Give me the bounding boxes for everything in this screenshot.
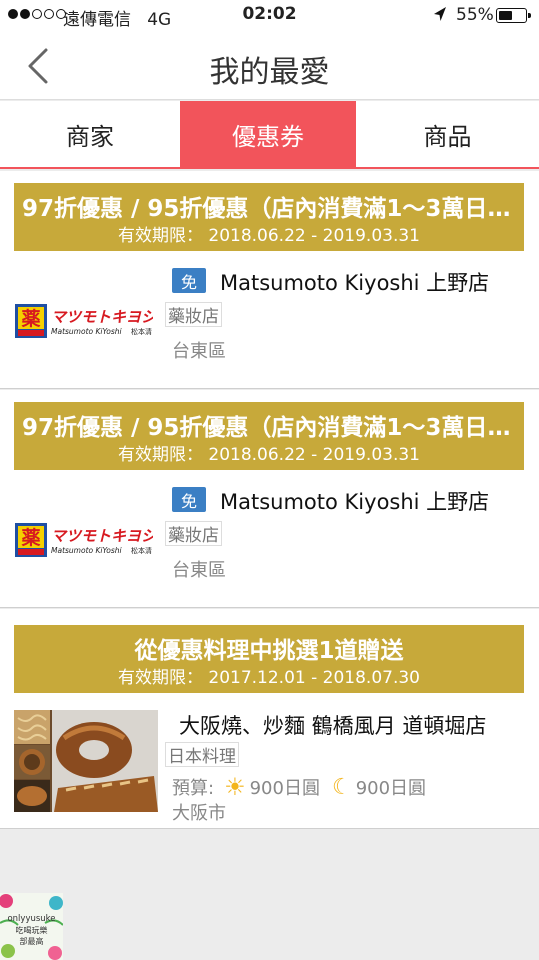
category-tag: 日本料理 <box>165 742 239 767</box>
svg-text:マツモトキヨシ: マツモトキヨシ <box>51 308 153 326</box>
coupon-validity: 有效期限： 2018.06.22 - 2019.03.31 <box>117 226 420 246</box>
svg-text:Matsumoto KiYoshi: Matsumoto KiYoshi <box>51 327 122 336</box>
status-bar: 遠傳電信 4G 02:02 55% <box>0 0 539 32</box>
svg-text:onlyyusuke: onlyyusuke <box>7 914 55 924</box>
matsumoto-kiyoshi-logo: 薬 マツモトキヨシ Matsumoto KiYoshi 松本清 <box>15 304 153 338</box>
location-arrow-icon <box>434 7 446 21</box>
svg-text:吃喝玩樂: 吃喝玩樂 <box>16 925 48 935</box>
category-tag: 藥妝店 <box>165 302 222 327</box>
shop-name: Matsumoto Kiyoshi 上野店 <box>220 271 490 295</box>
budget-label: 預算: <box>172 778 215 799</box>
budget-lunch: 900日圓 <box>249 778 320 799</box>
svg-text:松本清: 松本清 <box>131 546 152 555</box>
blog-watermark: onlyyusuke 吃喝玩樂 部最高 <box>0 893 63 960</box>
shop-name: Matsumoto Kiyoshi 上野店 <box>220 490 490 514</box>
svg-text:部最高: 部最高 <box>20 936 44 946</box>
coupon-validity: 有效期限： 2017.12.01 - 2018.07.30 <box>117 668 420 688</box>
area-label: 台東區 <box>172 560 226 581</box>
svg-text:Matsumoto KiYoshi: Matsumoto KiYoshi <box>51 546 122 555</box>
nav-bar: 我的最愛 <box>0 32 539 100</box>
budget-row: 預算: ☀ 900日圓 ☾ 900日圓 <box>172 773 426 801</box>
sun-icon: ☀ <box>224 773 246 801</box>
free-badge: 免 <box>172 268 206 293</box>
matsumoto-kiyoshi-logo: 薬 マツモトキヨシ Matsumoto KiYoshi 松本清 <box>15 523 153 557</box>
tab-shops[interactable]: 商家 <box>0 101 180 167</box>
coupon-card[interactable]: 97折優惠 / 95折優惠（店內消費滿1～3萬日圓以上） 有效期限： 2018.… <box>0 171 539 389</box>
category-tag: 藥妝店 <box>165 521 222 546</box>
tab-bar: 商家 優惠券 商品 <box>0 101 539 169</box>
budget-dinner: 900日圓 <box>355 778 427 799</box>
svg-text:薬: 薬 <box>20 307 40 330</box>
battery-icon <box>496 8 531 23</box>
coupon-banner[interactable]: 97折優惠 / 95折優惠（店內消費滿1～3萬日圓以上） 有效期限： 2018.… <box>14 402 524 470</box>
coupon-banner[interactable]: 97折優惠 / 95折優惠（店內消費滿1～3萬日圓以上） 有效期限： 2018.… <box>14 183 524 251</box>
area-label: 台東區 <box>172 341 226 362</box>
free-badge: 免 <box>172 487 206 512</box>
area-label: 大阪市 <box>172 803 226 824</box>
tab-products[interactable]: 商品 <box>356 101 539 167</box>
coupon-card[interactable]: 97折優惠 / 95折優惠（店內消費滿1～3萬日圓以上） 有效期限： 2018.… <box>0 390 539 608</box>
coupon-title: 從優惠料理中挑選1道贈送 <box>134 638 404 664</box>
coupon-validity: 有效期限： 2018.06.22 - 2019.03.31 <box>117 445 420 465</box>
tab-coupons[interactable]: 優惠券 <box>180 101 356 167</box>
food-photo <box>14 710 158 812</box>
svg-text:松本清: 松本清 <box>131 327 152 336</box>
coupon-title: 97折優惠 / 95折優惠（店內消費滿1～3萬日圓以上） <box>22 196 516 222</box>
coupon-banner[interactable]: 從優惠料理中挑選1道贈送 有效期限： 2017.12.01 - 2018.07.… <box>14 625 524 693</box>
shop-name: 大阪燒、炒麵 鶴橋風月 道頓堀店 <box>179 714 487 738</box>
moon-icon: ☾ <box>331 774 352 800</box>
svg-text:薬: 薬 <box>20 526 40 549</box>
page-title: 我的最愛 <box>209 55 330 90</box>
svg-text:マツモトキヨシ: マツモトキヨシ <box>51 527 153 545</box>
battery-percent: 55% <box>456 5 494 25</box>
coupon-card[interactable]: 從優惠料理中挑選1道贈送 有效期限： 2017.12.01 - 2018.07.… <box>0 609 539 829</box>
coupon-title: 97折優惠 / 95折優惠（店內消費滿1～3萬日圓以上） <box>22 415 516 441</box>
